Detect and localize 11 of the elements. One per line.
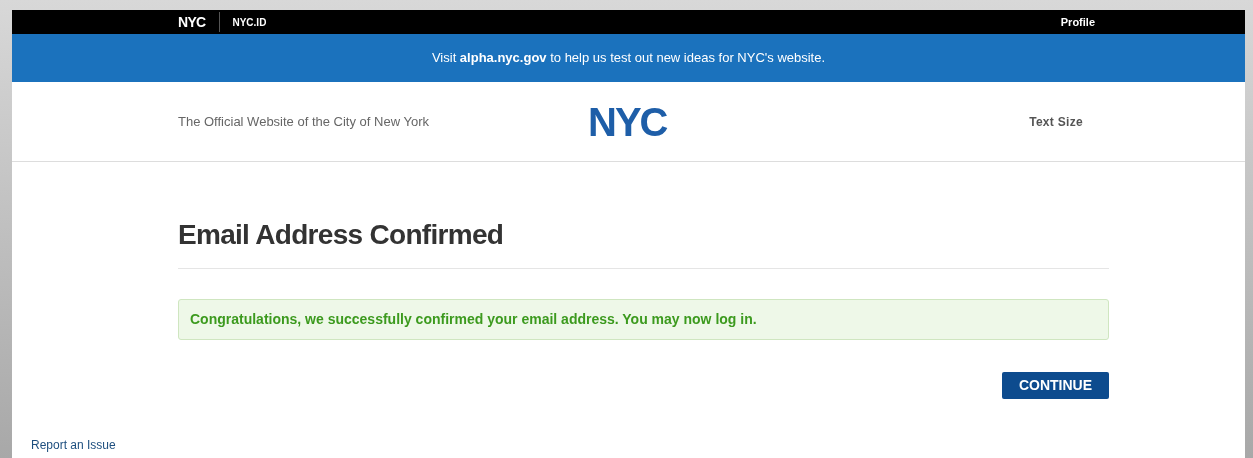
alert-text: Congratulations, we successfully confirmed your email address. You may now log in. [190, 310, 757, 329]
nyc-logo[interactable]: NYC [178, 12, 221, 32]
continue-button[interactable]: CONTINUE [1002, 372, 1109, 399]
profile-link[interactable]: Profile [1060, 13, 1095, 31]
text-size-button[interactable]: Text Size [1029, 112, 1083, 131]
banner-text: Visit alpha.nyc.gov to help us test out new ideas for NYC's website. [431, 49, 826, 68]
report-issue-link[interactable]: Report an Issue [31, 438, 116, 452]
nyc-logo[interactable]: NYC [588, 101, 667, 142]
page-heading: Email Address Confirmed [178, 214, 1109, 269]
site-tagline: The Official Website of the City of New York [178, 112, 430, 131]
app-name[interactable]: NYC.ID [220, 14, 267, 30]
